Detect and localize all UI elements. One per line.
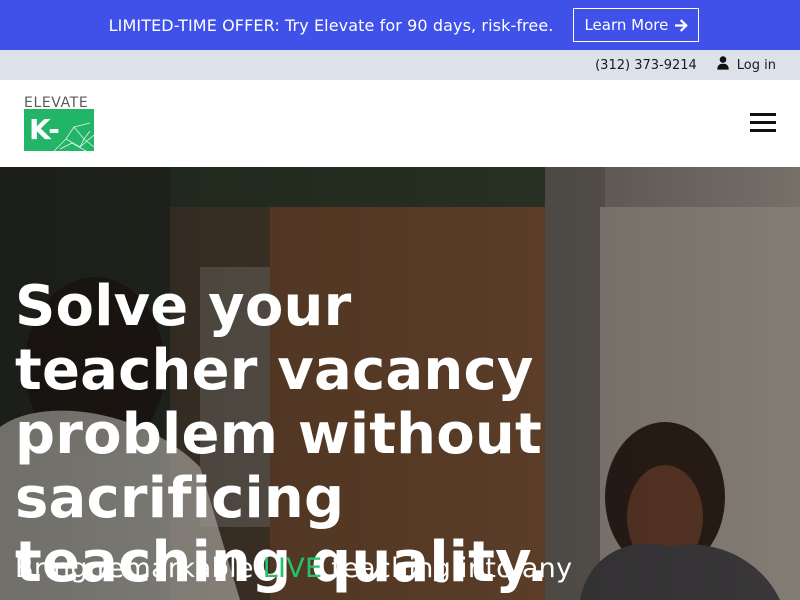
login-label: Log in bbox=[736, 57, 776, 73]
learn-more-button[interactable]: Learn More bbox=[573, 8, 700, 42]
promo-banner: LIMITED-TIME OFFER: Try Elevate for 90 d… bbox=[0, 0, 800, 50]
learn-more-label: Learn More bbox=[584, 16, 669, 34]
hero-headline: Solve your teacher vacancy problem witho… bbox=[15, 274, 549, 595]
hero-subheadline: Bring remarkable LIVE teaching into any bbox=[15, 553, 715, 584]
hero-sub-before: Bring remarkable bbox=[15, 553, 263, 584]
hero-section: Solve your teacher vacancy problem witho… bbox=[0, 167, 800, 600]
promo-text: LIMITED-TIME OFFER: Try Elevate for 90 d… bbox=[108, 15, 554, 35]
site-header: ELEVATE K-12 bbox=[0, 80, 800, 167]
logo-network-lines bbox=[53, 122, 94, 151]
phone-link[interactable]: (312) 373-9214 bbox=[595, 58, 697, 73]
hero-sub-highlight: LIVE bbox=[262, 553, 323, 584]
hero-sub-after: teaching into any bbox=[322, 553, 573, 584]
arrow-right-icon bbox=[675, 18, 689, 32]
user-icon bbox=[717, 56, 729, 74]
elevate-k12-logo[interactable]: ELEVATE K-12 bbox=[24, 95, 96, 151]
utility-bar: (312) 373-9214 Log in bbox=[0, 50, 800, 80]
login-link[interactable]: Log in bbox=[717, 56, 776, 74]
logo-mark: K-12 bbox=[24, 109, 94, 151]
hamburger-menu-icon[interactable] bbox=[750, 113, 776, 133]
